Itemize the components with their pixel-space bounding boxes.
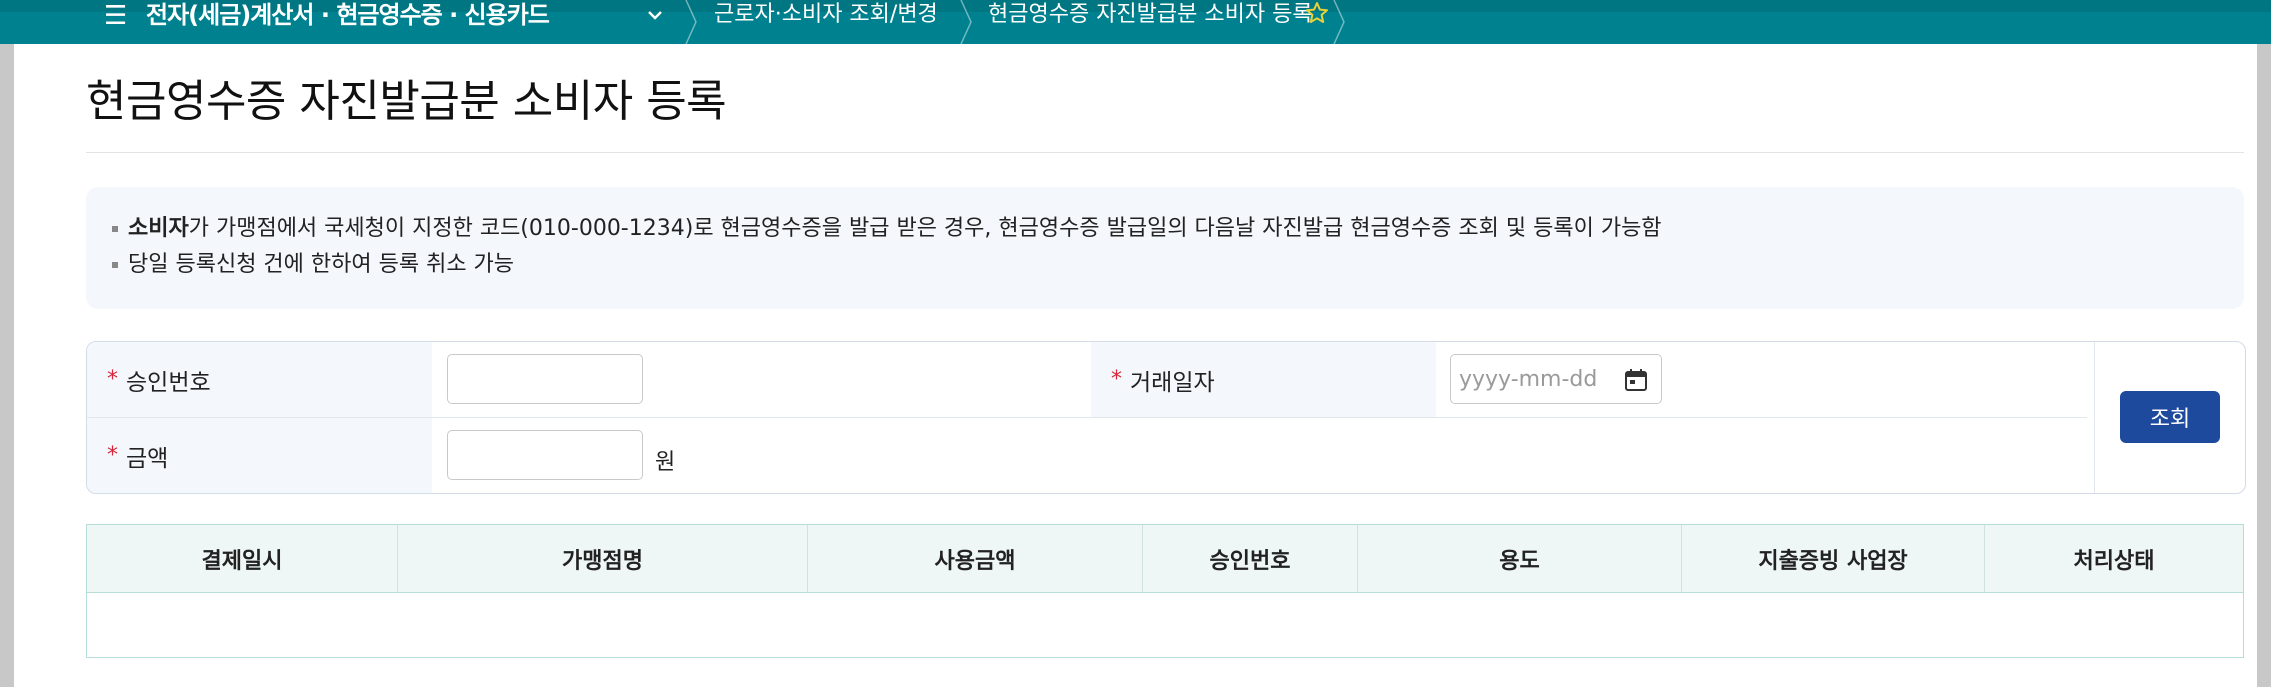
hamburger-icon[interactable]: ☰ xyxy=(104,3,127,29)
notice-line-1-text: 가 가맹점에서 국세청이 지정한 코드(010-000-1234)로 현금영수증… xyxy=(188,216,1662,241)
bullet-icon xyxy=(112,262,118,268)
column-header-approval-number[interactable]: 승인번호 xyxy=(1143,525,1358,592)
amount-label: * 금액 xyxy=(87,418,432,493)
column-header-merchant-name[interactable]: 가맹점명 xyxy=(398,525,808,592)
notice-line-2: 당일 등록신청 건에 한하여 등록 취소 가능 xyxy=(112,250,514,280)
breadcrumb-separator-icon xyxy=(1333,0,1345,44)
transaction-date-input[interactable]: yyyy-mm-dd xyxy=(1450,354,1662,404)
approval-number-label: * 승인번호 xyxy=(87,342,432,417)
transaction-date-label: * 거래일자 xyxy=(1091,342,1436,417)
column-header-payment-datetime[interactable]: 결제일시 xyxy=(87,525,398,592)
notice-box: 소비자 가 가맹점에서 국세청이 지정한 코드(010-000-1234)로 현금… xyxy=(86,187,2244,309)
column-header-usage[interactable]: 용도 xyxy=(1358,525,1682,592)
nav-section-title[interactable]: 전자(세금)계산서 · 현금영수증 · 신용카드 xyxy=(146,2,550,28)
required-mark: * xyxy=(107,443,118,468)
breadcrumb-separator-icon xyxy=(960,0,972,44)
required-mark: * xyxy=(107,367,118,392)
required-mark: * xyxy=(1111,367,1122,392)
transaction-date-label-text: 거래일자 xyxy=(1130,369,1215,396)
bullet-icon xyxy=(112,226,118,232)
notice-line-2-text: 당일 등록신청 건에 한하여 등록 취소 가능 xyxy=(128,252,515,277)
results-table: 결제일시 가맹점명 사용금액 승인번호 용도 지출증빙 사업장 처리상태 xyxy=(86,524,2244,658)
notice-consumer-strong: 소비자 xyxy=(128,216,189,241)
breadcrumb-worker-consumer[interactable]: 근로자·소비자 조회/변경 xyxy=(714,2,938,28)
page-title: 현금영수증 자진발급분 소비자 등록 xyxy=(86,76,727,127)
table-body-empty xyxy=(87,592,2243,657)
amount-unit: 원 xyxy=(655,450,676,475)
amount-input[interactable] xyxy=(447,430,643,480)
notice-line-1: 소비자 가 가맹점에서 국세청이 지정한 코드(010-000-1234)로 현금… xyxy=(112,214,1662,244)
chevron-down-icon[interactable] xyxy=(644,4,666,26)
approval-number-label-text: 승인번호 xyxy=(126,369,211,396)
star-icon[interactable] xyxy=(1305,1,1329,25)
breadcrumb-current-page[interactable]: 현금영수증 자진발급분 소비자 등록 xyxy=(988,2,1313,28)
top-nav-bar: ☰ 전자(세금)계산서 · 현금영수증 · 신용카드 근로자·소비자 조회/변경… xyxy=(0,0,2271,44)
breadcrumb-separator-icon xyxy=(685,0,697,44)
search-form: * 승인번호 * 거래일자 yyyy-mm-dd * 금액 원 조회 xyxy=(86,341,2246,494)
title-divider xyxy=(86,152,2244,153)
calendar-icon[interactable] xyxy=(1623,367,1649,393)
column-header-expense-business[interactable]: 지출증빙 사업장 xyxy=(1682,525,1985,592)
date-placeholder: yyyy-mm-dd xyxy=(1459,366,1598,392)
button-column-divider xyxy=(2094,342,2095,493)
search-button[interactable]: 조회 xyxy=(2120,391,2220,443)
column-header-status[interactable]: 처리상태 xyxy=(1985,525,2243,592)
approval-number-input[interactable] xyxy=(447,354,643,404)
table-header: 결제일시 가맹점명 사용금액 승인번호 용도 지출증빙 사업장 처리상태 xyxy=(87,525,2243,593)
amount-label-text: 금액 xyxy=(126,445,169,472)
column-header-amount[interactable]: 사용금액 xyxy=(808,525,1143,592)
